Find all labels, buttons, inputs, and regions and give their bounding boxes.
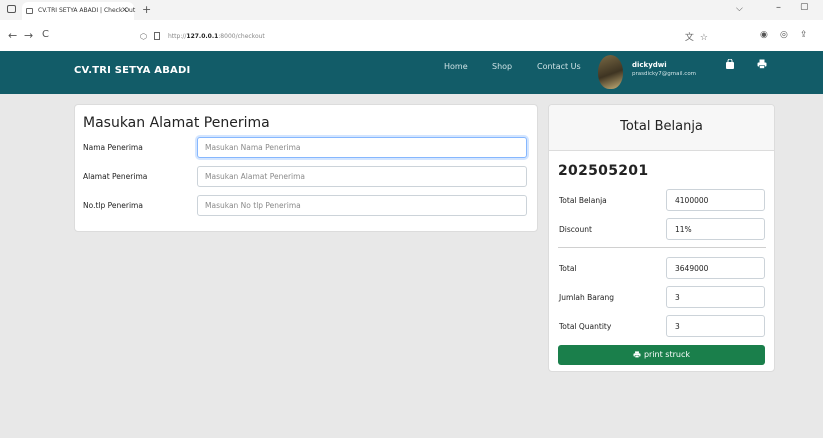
page-info-icon[interactable] [154,32,160,40]
item-count-label: Jumlah Barang [559,293,615,302]
user-name: dickydwi [632,61,667,69]
site-navbar: CV.TRI SETYA ABADI Home Shop Contact Us … [0,51,823,94]
item-count-value: 3 [666,286,765,308]
shopping-bag-icon[interactable] [725,59,735,69]
shield-icon: ⬡ [140,32,147,41]
recipient-phone-input[interactable] [197,195,527,216]
summary-divider [558,247,766,248]
total-quantity-value: 3 [666,315,765,337]
account-icon[interactable]: ◎ [780,30,788,40]
window-menu-icon[interactable] [7,5,16,13]
total-quantity-label: Total Quantity [559,322,612,331]
tab-list-icon[interactable]: ⌵ [736,4,743,14]
recipient-address-input[interactable] [197,166,527,187]
browser-tab[interactable]: CV.TRI SETYA ABADI | Check Out × [22,2,135,20]
discount-label: Discount [559,225,592,234]
print-receipt-button[interactable]: print struck [558,345,765,365]
order-summary-card: Total Belanja 202505201 Total Belanja 41… [548,104,775,372]
total-label: Total [559,264,577,273]
nav-link-shop[interactable]: Shop [492,62,512,71]
restore-button[interactable]: ▢ [800,2,809,12]
brand-logo[interactable]: CV.TRI SETYA ABADI [74,65,190,76]
recipient-name-label: Nama Penerima [83,143,143,152]
user-email: prasdicky7@gmail.com [632,71,697,77]
browser-tab-bar: CV.TRI SETYA ABADI | Check Out × + ⌵ – ▢ [0,0,823,20]
printer-icon [633,351,641,358]
printer-icon[interactable] [757,59,767,69]
extensions-icon[interactable]: ⇪ [800,30,808,40]
reload-button[interactable]: C [42,29,49,40]
url-text: http://127.0.0.1:8000/checkout [168,33,265,40]
order-id: 202505201 [558,163,649,179]
nav-link-contact[interactable]: Contact Us [537,62,581,71]
form-title: Masukan Alamat Penerima [83,115,270,131]
recipient-name-input[interactable] [197,137,527,158]
back-button[interactable]: ← [8,29,17,42]
summary-header: Total Belanja [549,105,774,151]
recipient-address-label: Alamat Penerima [83,172,148,181]
address-form-card: Masukan Alamat Penerima Nama Penerima Al… [74,104,538,232]
recipient-phone-label: No.tlp Penerima [83,201,143,210]
total-belanja-value: 4100000 [666,189,765,211]
translate-and-bookmark-icons[interactable]: 文☆ [685,30,714,43]
print-button-label: print struck [643,350,691,359]
new-tab-button[interactable]: + [142,3,151,16]
close-tab-icon[interactable]: × [121,5,128,14]
summary-title: Total Belanja [620,119,703,134]
nav-link-home[interactable]: Home [444,62,468,71]
minimize-button[interactable]: – [776,2,781,13]
url-field[interactable]: ⬡ http://127.0.0.1:8000/checkout 文☆ [132,29,722,46]
forward-button[interactable]: → [24,29,33,42]
pocket-icon[interactable]: ◉ [760,30,768,40]
total-belanja-label: Total Belanja [559,196,607,205]
discount-value: 11% [666,218,765,240]
browser-address-bar: ← → C ⬡ http://127.0.0.1:8000/checkout 文… [0,20,823,51]
avatar[interactable] [598,55,623,89]
page-icon [26,8,33,14]
total-value: 3649000 [666,257,765,279]
